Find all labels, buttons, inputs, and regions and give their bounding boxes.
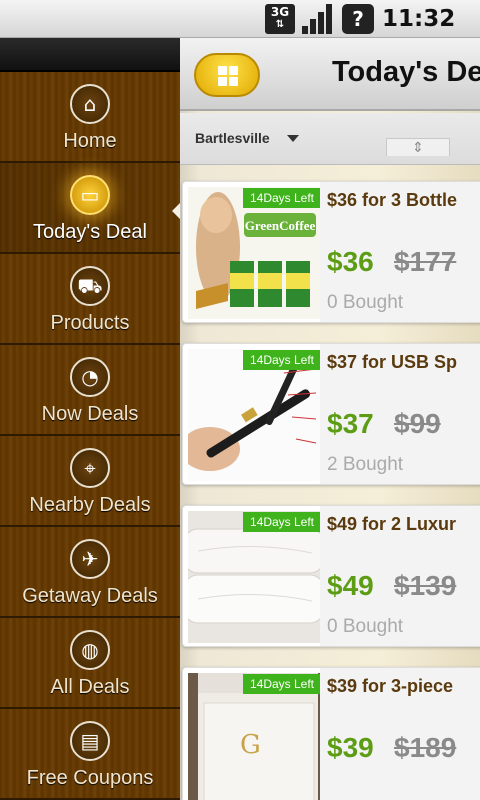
bought-count: 2 Bought: [327, 454, 404, 475]
nav-label: Now Deals: [41, 403, 139, 425]
nav-item-home[interactable]: ⌂ Home: [0, 72, 180, 163]
nav-label: Home: [63, 130, 117, 152]
original-price: $99: [394, 408, 441, 439]
days-left-badge: 14Days Left: [243, 188, 320, 208]
nav-item-getaway-deals[interactable]: ✈ Getaway Deals: [0, 527, 180, 618]
deal-title: $37 for USB Sp: [327, 352, 458, 372]
deal-card[interactable]: 14Days Left $49 for 2 Luxur $49 $139 0 B…: [182, 505, 480, 647]
nav-label: Today's Deal: [33, 221, 147, 243]
pull-handle[interactable]: ⇕: [386, 138, 450, 156]
network-3g-icon: 3G ⇅: [265, 4, 295, 34]
active-indicator-arrow: [172, 203, 180, 219]
nav-item-free-coupons[interactable]: ▤ Free Coupons: [0, 709, 180, 800]
nav-label: Products: [50, 312, 130, 334]
deal-price: $37: [327, 408, 374, 439]
days-left-badge: 14Days Left: [243, 512, 320, 532]
map-pin-icon: ⌖: [70, 448, 110, 488]
svg-text:G: G: [240, 730, 261, 760]
nav-label: Free Coupons: [26, 767, 154, 789]
nav-item-now-deals[interactable]: ◔ Now Deals: [0, 345, 180, 436]
deal-title: $39 for 3-piece: [327, 676, 454, 696]
deal-info: $37 for USB Sp $37 $99 2 Bought: [320, 344, 480, 484]
deal-title: $36 for 3 Bottle: [327, 190, 458, 210]
bought-count: 0 Bought: [327, 292, 404, 313]
deal-card[interactable]: 14Days Left $37 for USB Sp $37 $99 2 Bou…: [182, 343, 480, 485]
bought-count: 0 Bought: [327, 616, 404, 637]
home-icon: ⌂: [70, 84, 110, 124]
status-bar: 3G ⇅ ? 11:32 AM: [0, 0, 480, 56]
deal-image-spy-pen: 14Days Left: [188, 349, 320, 481]
deal-price: $36: [327, 246, 374, 277]
deal-image-green-coffee: GreenCoffee 14Days Left: [188, 187, 320, 319]
app-bar: Today's De: [180, 38, 480, 111]
original-price: $189: [394, 732, 457, 763]
original-price: $139: [394, 570, 457, 601]
deal-price: $39: [327, 732, 374, 763]
days-left-badge: 14Days Left: [243, 350, 320, 370]
deal-info: $36 for 3 Bottle $36 $177 0 Bought: [320, 182, 480, 322]
nav-item-todays-deal[interactable]: ▭ Today's Deal: [0, 163, 180, 254]
deal-title: $49 for 2 Luxur: [327, 514, 457, 534]
globe-icon: ◍: [70, 630, 110, 670]
original-price: $177: [394, 246, 457, 277]
side-drawer: ⌂ Home ▭ Today's Deal ⛟ Products ◔ Now D…: [0, 38, 180, 800]
nav-item-all-deals[interactable]: ◍ All Deals: [0, 618, 180, 709]
network-label: 3G: [270, 5, 290, 19]
cart-icon: ⛟: [70, 266, 110, 306]
ticket-icon: ▭: [70, 175, 110, 215]
nav-item-nearby-deals[interactable]: ⌖ Nearby Deals: [0, 436, 180, 527]
menu-grid-button[interactable]: [194, 53, 260, 97]
nav-item-products[interactable]: ⛟ Products: [0, 254, 180, 345]
main-content: Today's De Bartlesville ⇕ GreenCoffee 14: [180, 38, 480, 800]
deal-image-pillows: 14Days Left: [188, 511, 320, 643]
deal-info: $49 for 2 Luxur $49 $139 0 Bought: [320, 506, 480, 646]
svg-text:GreenCoffee: GreenCoffee: [245, 218, 316, 233]
drawer-header: [0, 38, 180, 72]
nav-label: Getaway Deals: [22, 585, 158, 607]
deal-image-towels: G 14Days Left: [188, 673, 320, 800]
coupon-icon: ▤: [70, 721, 110, 761]
deal-info: $39 for 3-piece $39 $189: [320, 668, 480, 800]
deal-card[interactable]: G 14Days Left $39 for 3-piece $39 $189: [182, 667, 480, 800]
alarm-icon: ?: [342, 4, 374, 34]
nav-label: Nearby Deals: [29, 494, 151, 516]
signal-icon: [302, 4, 334, 34]
city-selector[interactable]: Bartlesville: [195, 130, 270, 146]
page-title: Today's De: [332, 56, 480, 88]
nav-label: All Deals: [50, 676, 130, 698]
chevron-down-icon[interactable]: [287, 135, 299, 142]
days-left-badge: 14Days Left: [243, 674, 320, 694]
clock-icon: ◔: [70, 357, 110, 397]
deal-card[interactable]: GreenCoffee 14Days Left $36 for 3 Bottle…: [182, 181, 480, 323]
airplane-icon: ✈: [70, 539, 110, 579]
deal-price: $49: [327, 570, 374, 601]
